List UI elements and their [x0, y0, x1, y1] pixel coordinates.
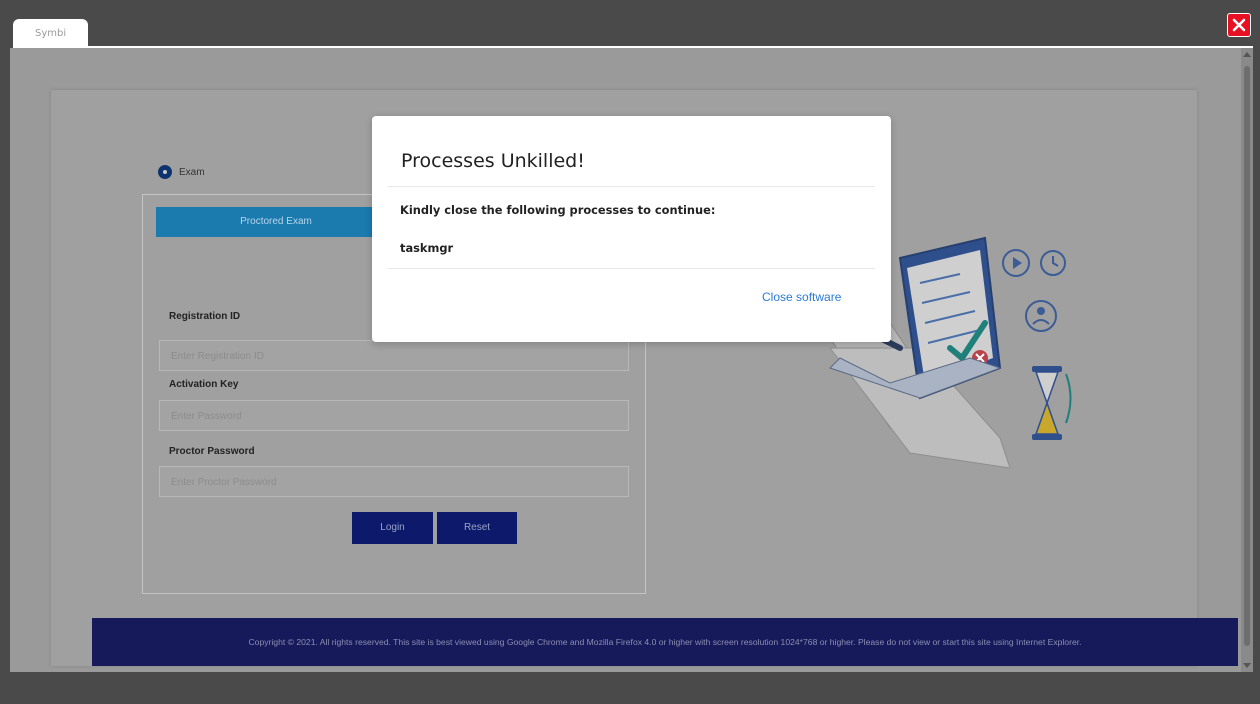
- dialog-divider-bottom: [388, 268, 875, 269]
- vertical-scrollbar[interactable]: [1241, 48, 1253, 672]
- dialog-title: Processes Unkilled!: [401, 150, 585, 172]
- window-titlebar: Symbi: [0, 0, 1260, 48]
- activation-input[interactable]: Enter Password: [159, 400, 629, 431]
- login-button[interactable]: Login: [352, 512, 433, 544]
- dialog-divider-top: [388, 186, 875, 187]
- radio-label: Exam: [179, 166, 205, 178]
- exam-radio-option[interactable]: Exam: [158, 165, 205, 179]
- dialog-message: Kindly close the following processes to …: [400, 203, 716, 217]
- close-icon[interactable]: [1227, 13, 1251, 37]
- tab-proctored-exam[interactable]: Proctored Exam: [156, 207, 396, 237]
- scroll-down-icon[interactable]: [1243, 663, 1251, 668]
- activation-label: Activation Key: [169, 379, 239, 390]
- radio-icon[interactable]: [158, 165, 172, 179]
- browser-tab[interactable]: Symbi: [13, 19, 88, 48]
- footer-text: Copyright © 2021. All rights reserved. T…: [248, 637, 1082, 647]
- processes-unkilled-dialog: Processes Unkilled! Kindly close the fol…: [372, 116, 891, 342]
- registration-label: Registration ID: [169, 311, 241, 322]
- scroll-up-icon[interactable]: [1243, 52, 1251, 57]
- process-name: taskmgr: [400, 241, 454, 255]
- close-software-link[interactable]: Close software: [762, 290, 841, 304]
- scrollbar-thumb[interactable]: [1244, 66, 1250, 646]
- proctor-input[interactable]: Enter Proctor Password: [159, 466, 629, 497]
- registration-input[interactable]: Enter Registration ID: [159, 340, 629, 371]
- reset-button[interactable]: Reset: [437, 512, 517, 544]
- footer: Copyright © 2021. All rights reserved. T…: [92, 618, 1238, 666]
- proctor-label: Proctor Password: [169, 446, 255, 457]
